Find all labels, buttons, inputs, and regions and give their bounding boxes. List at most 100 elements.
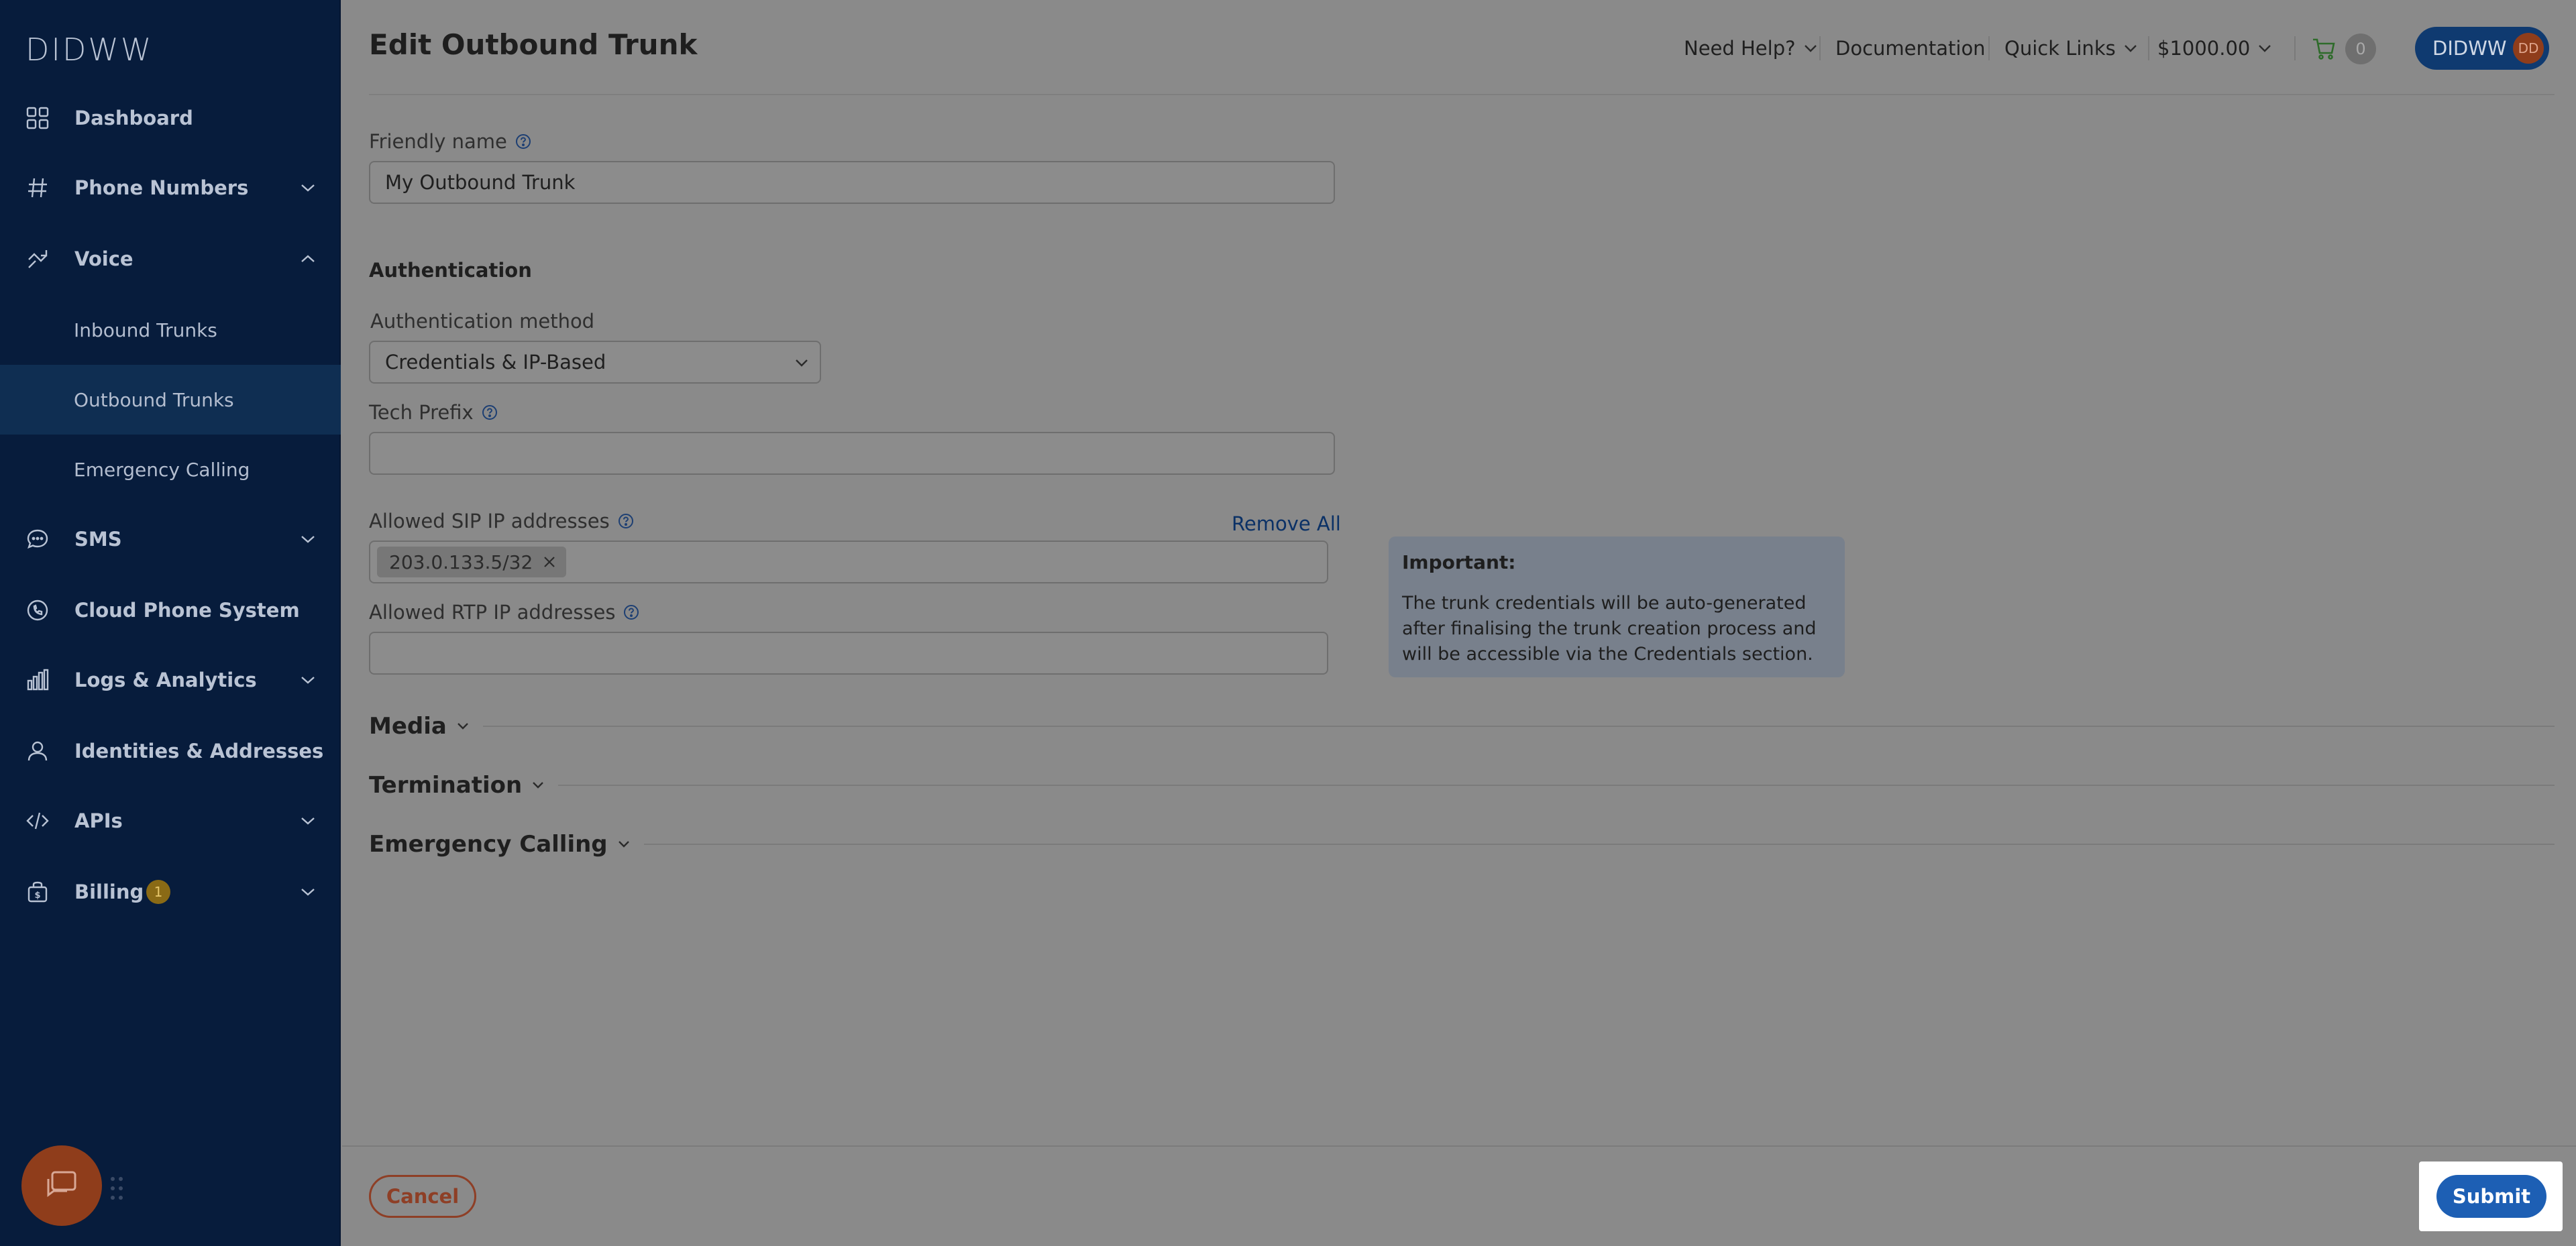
tech-prefix-label: Tech Prefix <box>369 401 498 424</box>
chevron-up-icon <box>299 250 317 268</box>
sidebar-item-label: Voice <box>74 247 133 270</box>
submit-highlight: Submit <box>2419 1162 2563 1231</box>
logo-text: DIDWW <box>25 32 154 68</box>
close-icon[interactable] <box>542 555 557 569</box>
chevron-down-icon <box>299 671 317 689</box>
divider <box>1819 36 1821 60</box>
user-name: DIDWW <box>2432 37 2507 60</box>
chevron-down-icon <box>457 723 468 730</box>
chevron-down-icon <box>2259 45 2271 52</box>
remove-all-link[interactable]: Remove All <box>1232 512 1341 535</box>
voice-icon <box>24 245 51 272</box>
sidebar-item-cloud-phone-system[interactable]: Cloud Phone System <box>0 575 341 645</box>
cart-button[interactable]: 0 <box>2312 34 2376 64</box>
sidebar-item-label: APIs <box>74 809 123 832</box>
divider <box>2148 36 2149 60</box>
documentation-link[interactable]: Documentation <box>1835 34 1986 63</box>
sip-ip-label: Allowed SIP IP addresses <box>369 510 634 532</box>
user-menu-button[interactable]: DIDWW DD <box>2415 27 2549 70</box>
sidebar-item-label: Logs & Analytics <box>74 669 257 691</box>
divider <box>2294 36 2296 60</box>
sidebar-item-apis[interactable]: APIs <box>0 786 341 856</box>
info-title: Important: <box>1402 551 1516 573</box>
important-info-box: Important: The trunk credentials will be… <box>1389 536 1845 677</box>
media-section-toggle[interactable]: Media <box>369 710 2555 743</box>
help-icon[interactable] <box>515 133 531 150</box>
termination-section-toggle[interactable]: Termination <box>369 769 2555 802</box>
chevron-down-icon <box>299 530 317 548</box>
auth-method-label-text: Authentication method <box>370 310 595 333</box>
sidebar-item-dashboard[interactable]: Dashboard <box>0 83 341 153</box>
auth-method-select[interactable]: Credentials & IP-Based <box>369 341 821 384</box>
auth-method-label: Authentication method <box>370 310 594 333</box>
sidebar-item-label: Phone Numbers <box>74 176 249 199</box>
sidebar-item-billing[interactable]: $ Billing 1 <box>0 857 341 927</box>
sidebar-item-sms[interactable]: SMS <box>0 504 341 574</box>
friendly-name-label: Friendly name <box>369 130 531 153</box>
rtp-ip-input[interactable] <box>369 632 1328 675</box>
need-help-label: Need Help? <box>1684 37 1796 60</box>
rtp-ip-label: Allowed RTP IP addresses <box>369 601 639 624</box>
balance-menu[interactable]: $1000.00 <box>2157 34 2271 63</box>
sidebar-subitem-label: Emergency Calling <box>74 458 250 481</box>
ip-tag: 203.0.133.5/32 <box>377 547 567 577</box>
friendly-name-label-text: Friendly name <box>369 130 507 153</box>
chat-widget-button[interactable] <box>21 1145 102 1226</box>
emergency-calling-section-toggle[interactable]: Emergency Calling <box>369 828 2555 861</box>
cancel-button[interactable]: Cancel <box>369 1175 476 1218</box>
chevron-down-icon <box>533 782 544 789</box>
submit-button[interactable]: Submit <box>2436 1175 2546 1218</box>
termination-section-title: Termination <box>369 772 523 799</box>
grid-icon <box>24 105 51 131</box>
section-divider <box>482 726 2555 727</box>
code-icon <box>24 807 51 834</box>
sidebar-item-voice[interactable]: Voice <box>0 224 341 294</box>
sidebar-subitem-label: Outbound Trunks <box>74 388 234 411</box>
quick-links-menu[interactable]: Quick Links <box>2004 34 2137 63</box>
cart-icon <box>2313 38 2335 60</box>
chat-bubble-icon <box>24 526 51 553</box>
auth-method-value: Credentials & IP-Based <box>385 351 606 374</box>
main-content: Edit Outbound Trunk Need Help? Documenta… <box>342 0 2576 1246</box>
sip-ip-input[interactable]: 203.0.133.5/32 <box>369 541 1328 583</box>
need-help-menu[interactable]: Need Help? <box>1684 34 1817 63</box>
bag-icon: $ <box>24 879 51 905</box>
sidebar-item-label: SMS <box>74 528 122 551</box>
sidebar-item-logs-analytics[interactable]: Logs & Analytics <box>0 645 341 715</box>
sidebar: DIDWW Dashboard Phone Numbers Voice Inbo… <box>0 0 341 1246</box>
cart-count-badge: 0 <box>2345 34 2376 64</box>
sidebar-item-identities-addresses[interactable]: Identities & Addresses <box>0 716 341 786</box>
chevron-down-icon <box>618 841 629 848</box>
documentation-label: Documentation <box>1835 37 1986 60</box>
chevron-down-icon <box>1804 45 1817 52</box>
sidebar-subitem-emergency-calling[interactable]: Emergency Calling <box>0 435 341 504</box>
hash-icon <box>24 174 51 201</box>
quick-links-label: Quick Links <box>2004 37 2116 60</box>
logo[interactable]: DIDWW <box>25 30 153 70</box>
ip-tag-label: 203.0.133.5/32 <box>389 551 533 573</box>
svg-text:$: $ <box>34 891 40 901</box>
tech-prefix-label-text: Tech Prefix <box>369 401 474 424</box>
help-icon[interactable] <box>623 604 639 620</box>
sidebar-item-phone-numbers[interactable]: Phone Numbers <box>0 153 341 223</box>
sidebar-subitem-inbound-trunks[interactable]: Inbound Trunks <box>0 295 341 365</box>
sidebar-item-label: Cloud Phone System <box>74 599 300 622</box>
tech-prefix-input[interactable] <box>369 432 1335 475</box>
sidebar-item-label: Identities & Addresses <box>74 740 324 762</box>
avatar: DD <box>2513 33 2544 64</box>
help-icon[interactable] <box>482 404 498 420</box>
sidebar-subitem-label: Inbound Trunks <box>74 319 217 341</box>
chat-icon <box>47 1171 76 1197</box>
help-icon[interactable] <box>618 513 634 529</box>
section-divider <box>643 844 2555 845</box>
drag-handle-icon[interactable] <box>109 1175 125 1202</box>
media-section-title: Media <box>369 713 447 740</box>
rtp-ip-label-text: Allowed RTP IP addresses <box>369 601 616 624</box>
bar-chart-icon <box>24 667 51 693</box>
authentication-section-title: Authentication <box>369 259 532 282</box>
sidebar-subitem-outbound-trunks[interactable]: Outbound Trunks <box>0 365 341 435</box>
info-text: The trunk credentials will be auto-gener… <box>1402 593 1817 665</box>
friendly-name-input[interactable]: My Outbound Trunk <box>369 161 1335 204</box>
phone-circle-icon <box>24 597 51 624</box>
chevron-down-icon <box>299 883 317 901</box>
